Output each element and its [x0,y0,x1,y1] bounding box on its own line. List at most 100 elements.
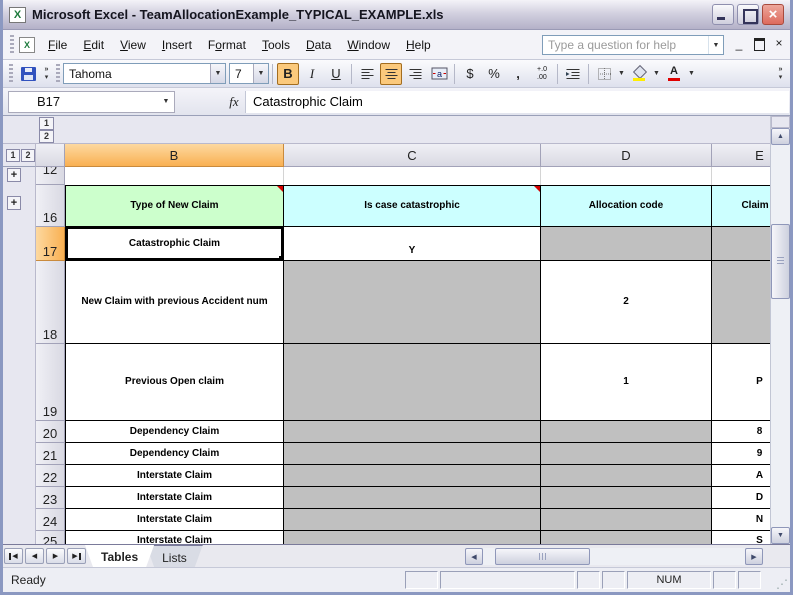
cell-D17[interactable] [541,227,712,261]
font-size-combo[interactable]: 7 ▼ [229,63,269,84]
column-header-D[interactable]: D [541,144,712,167]
font-color-dropdown[interactable]: ▼ [686,70,697,77]
row-header-25[interactable]: 25 [36,531,65,544]
scroll-up-button[interactable]: ▲ [771,128,790,145]
chevron-down-icon[interactable]: ▼ [253,64,268,83]
cell-C19[interactable] [284,344,541,421]
cell-B18[interactable]: New Claim with previous Accident num [65,261,284,344]
cell-D19[interactable]: 1 [541,344,712,421]
cell-C18[interactable] [284,261,541,344]
sheet-tab-lists[interactable]: Lists [146,545,203,567]
menu-format[interactable]: Format [200,35,254,55]
increase-decimal-button[interactable]: +.0.00 [531,63,553,85]
vertical-scrollbar[interactable]: ▲ ▼ [770,116,790,544]
fill-color-dropdown[interactable]: ▼ [651,70,662,77]
horizontal-scrollbar[interactable]: ◀ ▶ [465,548,763,565]
cell-B23[interactable]: Interstate Claim [65,487,284,509]
cell-C17[interactable]: Y [284,227,541,261]
name-box[interactable]: B17 ▼ [8,91,175,113]
insert-function-button[interactable]: fx [223,94,245,110]
menu-data[interactable]: Data [298,35,339,55]
cell-D21[interactable] [541,443,712,465]
currency-button[interactable]: $ [459,63,481,85]
fill-color-button[interactable] [628,63,650,85]
cell-C20[interactable] [284,421,541,443]
outline-expand-row-16[interactable]: + [7,196,21,210]
cell-B16[interactable]: Type of New Claim [65,185,284,227]
font-name-combo[interactable]: Tahoma ▼ [63,63,226,84]
cell-B19[interactable]: Previous Open claim [65,344,284,421]
minimize-button[interactable] [712,4,734,25]
toolbar-drag-handle[interactable] [10,35,14,55]
outline-level-2-button[interactable]: 2 [39,130,54,143]
menu-window[interactable]: Window [339,35,398,55]
comma-style-button[interactable]: , [507,63,529,85]
help-question-box[interactable]: Type a question for help ▼ [542,35,724,55]
cell-B22[interactable]: Interstate Claim [65,465,284,487]
menu-insert[interactable]: Insert [154,35,200,55]
percent-button[interactable]: % [483,63,505,85]
row-header-21[interactable]: 21 [36,443,65,465]
row-header-23[interactable]: 23 [36,487,65,509]
last-sheet-button[interactable]: ▶ [67,548,86,564]
outline-expand-row-12[interactable]: + [7,168,21,182]
column-header-B[interactable]: B [65,144,284,167]
toolbar-drag-handle[interactable] [56,64,60,84]
next-sheet-button[interactable]: ▶ [46,548,65,564]
menu-help[interactable]: Help [398,35,439,55]
row-header-24[interactable]: 24 [36,509,65,531]
workbook-close-button[interactable]: × [772,36,786,50]
row-header-22[interactable]: 22 [36,465,65,487]
scroll-down-button[interactable]: ▼ [771,527,790,544]
scroll-right-button[interactable]: ▶ [745,548,763,565]
column-header-C[interactable]: C [284,144,541,167]
cell-D20[interactable] [541,421,712,443]
select-all-corner[interactable] [36,144,65,167]
cell-D18[interactable]: 2 [541,261,712,344]
cell-C21[interactable] [284,443,541,465]
cell-D23[interactable] [541,487,712,509]
italic-button[interactable]: I [301,63,323,85]
increase-indent-button[interactable] [562,63,584,85]
cell-B20[interactable]: Dependency Claim [65,421,284,443]
cell-B12[interactable] [65,167,284,185]
scroll-left-button[interactable]: ◀ [465,548,483,565]
row-header-18[interactable]: 18 [36,261,65,344]
sheet-tab-tables[interactable]: Tables [85,545,154,567]
row-header-17[interactable]: 17 [36,227,65,261]
chevron-down-icon[interactable]: ▼ [158,92,174,112]
align-center-button[interactable] [380,63,402,85]
toolbar-options-button[interactable]: »▾ [40,63,53,85]
row-header-20[interactable]: 20 [36,421,65,443]
cell-B21[interactable]: Dependency Claim [65,443,284,465]
cell-D22[interactable] [541,465,712,487]
menu-file[interactable]: File [40,35,75,55]
bold-button[interactable]: B [277,63,299,85]
cell-D16[interactable]: Allocation code [541,185,712,227]
align-left-button[interactable] [356,63,378,85]
row-header-19[interactable]: 19 [36,344,65,421]
borders-dropdown[interactable]: ▼ [616,70,627,77]
workbook-minimize-button[interactable]: _ [732,36,746,50]
vertical-scroll-thumb[interactable] [771,224,790,299]
cell-B24[interactable]: Interstate Claim [65,509,284,531]
horizontal-scroll-track[interactable] [483,548,745,565]
toolbar-options-button[interactable]: »▾ [774,63,787,85]
borders-button[interactable] [593,63,615,85]
row-header-12[interactable]: 12 [36,167,65,185]
menu-view[interactable]: View [112,35,154,55]
merge-center-button[interactable]: a [428,63,450,85]
previous-sheet-button[interactable]: ◀ [25,548,44,564]
cell-C12[interactable] [284,167,541,185]
workbook-icon[interactable] [19,37,35,53]
vertical-scroll-track[interactable] [771,145,790,527]
cell-C24[interactable] [284,509,541,531]
cell-B17[interactable]: Catastrophic Claim [65,227,284,261]
font-color-button[interactable]: A [663,63,685,85]
formula-input[interactable]: Catastrophic Claim [245,91,789,113]
outline-level-1-button[interactable]: 1 [6,149,20,162]
resize-grip-icon[interactable]: ⋰ [776,577,788,591]
outline-level-1-button[interactable]: 1 [39,117,54,130]
maximize-button[interactable] [737,4,759,25]
close-button[interactable]: × [762,4,784,25]
